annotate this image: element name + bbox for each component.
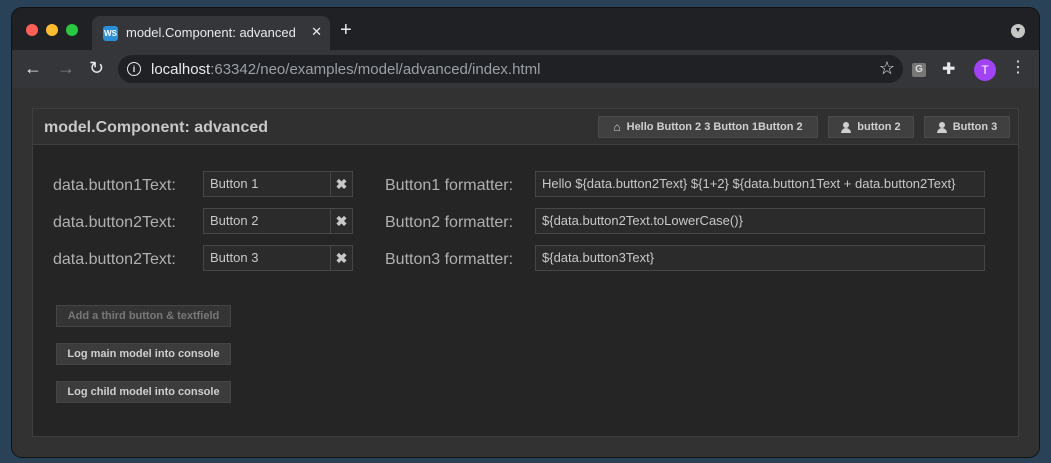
minimize-window-button[interactable] <box>46 24 58 36</box>
button2-text-label: data.button2Text: <box>53 214 176 231</box>
kebab-menu-icon[interactable]: ⋮ <box>1010 58 1026 78</box>
button2-formatter-field[interactable]: ${data.button2Text.toLowerCase()} <box>535 208 985 234</box>
maximize-window-button[interactable] <box>66 24 78 36</box>
header-button-1[interactable]: ⌂ Hello Button 2 3 Button 1Button 2 <box>598 116 818 138</box>
button3-formatter-label: Button3 formatter: <box>385 251 514 268</box>
close-icon[interactable]: ✕ <box>311 24 322 40</box>
component-panel: model.Component: advanced ⌂ Hello Button… <box>32 108 1019 437</box>
browser-window: WS model.Component: advanced ✕ + ▼ ← → ↻… <box>12 8 1039 457</box>
new-tab-button[interactable]: + <box>340 20 352 40</box>
clear-icon[interactable]: ✖ <box>331 208 353 234</box>
tab-title: model.Component: advanced <box>126 25 296 40</box>
forward-arrow-icon[interactable]: → <box>57 58 75 78</box>
panel-title: model.Component: advanced <box>44 119 269 136</box>
tab-search-icon[interactable]: ▼ <box>1011 24 1025 38</box>
browser-toolbar: ← → ↻ i localhost:63342/neo/examples/mod… <box>12 50 1039 88</box>
info-icon[interactable]: i <box>127 62 141 76</box>
user-icon <box>936 121 947 133</box>
button3-formatter-field[interactable]: ${data.button3Text} <box>535 245 985 271</box>
clear-icon[interactable]: ✖ <box>331 245 353 271</box>
clear-icon[interactable]: ✖ <box>331 171 353 197</box>
bookmark-star-icon[interactable]: ☆ <box>879 58 895 79</box>
button2-text-field[interactable]: Button 2 <box>203 208 331 234</box>
webstorm-icon: WS <box>103 26 118 41</box>
address-bar[interactable]: i localhost:63342/neo/examples/model/adv… <box>118 55 903 83</box>
home-icon: ⌂ <box>613 120 621 134</box>
extension-g-icon[interactable]: G <box>912 63 926 77</box>
header-button-3[interactable]: Button 3 <box>924 116 1010 138</box>
log-child-model-button[interactable]: Log child model into console <box>56 381 231 403</box>
user-icon <box>841 121 852 133</box>
close-window-button[interactable] <box>26 24 38 36</box>
button3-text-label: data.button2Text: <box>53 251 176 268</box>
button1-formatter-field[interactable]: Hello ${data.button2Text} ${1+2} ${data.… <box>535 171 985 197</box>
tab-strip: WS model.Component: advanced ✕ + ▼ <box>12 8 1039 50</box>
button1-formatter-label: Button1 formatter: <box>385 177 514 194</box>
panel-header: model.Component: advanced ⌂ Hello Button… <box>33 109 1018 145</box>
tab-active[interactable]: WS model.Component: advanced ✕ <box>92 16 330 50</box>
header-button-2[interactable]: button 2 <box>828 116 914 138</box>
button1-text-label: data.button1Text: <box>53 177 176 194</box>
reload-icon[interactable]: ↻ <box>89 58 104 78</box>
button2-formatter-label: Button2 formatter: <box>385 214 514 231</box>
page-content: model.Component: advanced ⌂ Hello Button… <box>12 88 1039 457</box>
button3-text-field[interactable]: Button 3 <box>203 245 331 271</box>
extensions-puzzle-icon[interactable]: ✚ <box>942 59 955 79</box>
log-main-model-button[interactable]: Log main model into console <box>56 343 231 365</box>
add-third-button-button[interactable]: Add a third button & textfield <box>56 305 231 327</box>
back-arrow-icon[interactable]: ← <box>24 58 42 78</box>
profile-avatar[interactable]: T <box>974 59 996 81</box>
url-text[interactable]: localhost:63342/neo/examples/model/advan… <box>151 61 540 78</box>
button1-text-field[interactable]: Button 1 <box>203 171 331 197</box>
